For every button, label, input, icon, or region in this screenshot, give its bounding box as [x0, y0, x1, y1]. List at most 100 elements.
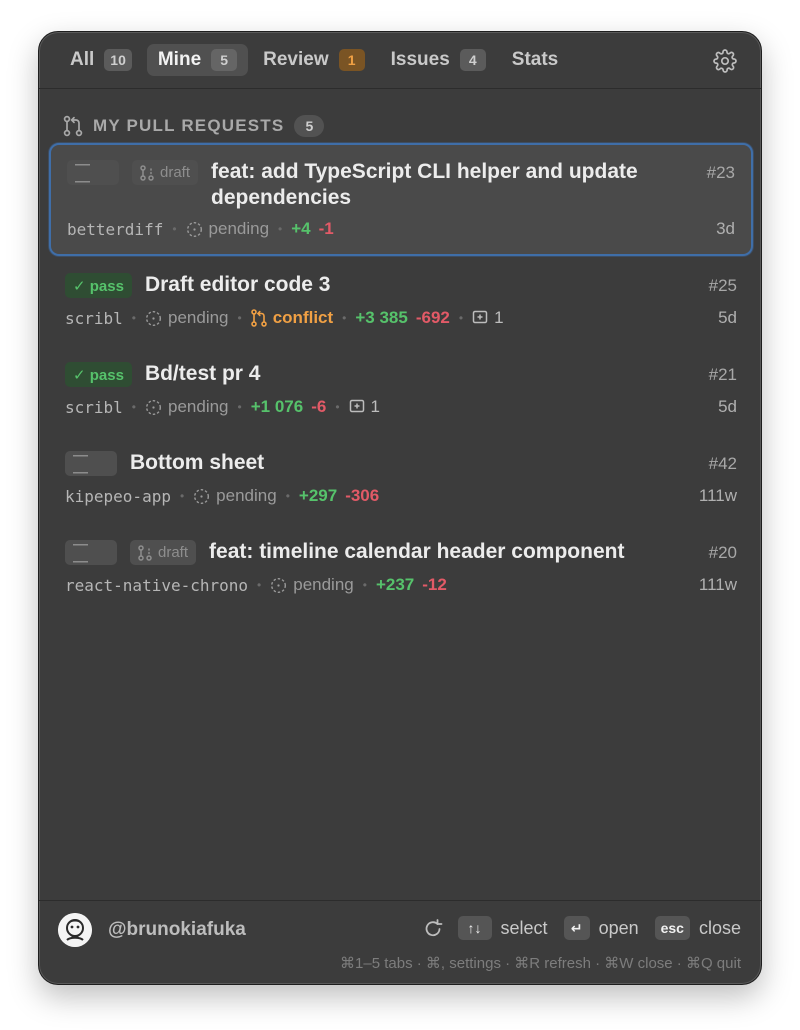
separator-dot: • [458, 311, 464, 325]
pr-age: 5d [718, 308, 737, 327]
gear-icon[interactable] [713, 49, 737, 73]
comment-count: 1 [472, 308, 504, 328]
pr-age: 3d [716, 219, 735, 238]
tab-issues[interactable]: Issues 4 [380, 44, 497, 76]
review-status-label: pending [168, 397, 229, 416]
section-title: MY PULL REQUESTS [93, 116, 285, 135]
tab-mine[interactable]: Mine 5 [146, 44, 249, 76]
check-status-badge: ✓ pass [65, 362, 132, 387]
tab-count-badge: 4 [459, 49, 486, 71]
separator-dot: • [131, 400, 136, 414]
draft-label: draft [158, 544, 189, 561]
refresh-icon[interactable] [422, 917, 444, 939]
pr-title-line: feat: add TypeScript CLI helper and upda… [211, 160, 638, 183]
keyboard-hints: ↑↓ select ↵ open esc close [422, 916, 741, 940]
pr-title: feat: timeline calendar header component [209, 540, 625, 563]
close-hint: close [698, 917, 741, 938]
pr-age: 111w [698, 486, 737, 505]
review-status: pending [270, 575, 354, 595]
merge-conflict-indicator: conflict [250, 308, 334, 328]
tab-all[interactable]: All 10 [59, 44, 143, 76]
repo-name: kipepeo-app [65, 486, 171, 506]
separator-dot: • [179, 489, 185, 503]
section-count-badge: 5 [294, 115, 325, 137]
pr-title: feat: add TypeScript CLI helper and upda… [211, 159, 687, 211]
separator-dot: • [257, 578, 262, 592]
separator-dot: • [237, 400, 242, 414]
pr-title: Bd/test pr 4 [144, 362, 261, 385]
draft-pr-icon [140, 164, 154, 181]
tab-count-badge: 10 [104, 49, 132, 71]
tab-count-badge: 5 [211, 49, 238, 71]
pr-number: #42 [708, 454, 737, 473]
separator-dot: • [362, 578, 367, 592]
pr-row[interactable]: ✓ pass Draft editor code 3 #25 scribl • … [49, 259, 753, 345]
select-hint: select [500, 917, 548, 938]
pr-number: #21 [708, 365, 737, 384]
open-key: ↵ [563, 916, 590, 940]
deletions-count: -692 [415, 308, 450, 327]
separator-dot: • [278, 222, 283, 236]
pr-number: #25 [708, 276, 737, 295]
separator-dot: • [237, 311, 242, 325]
pr-row[interactable]: — — draft feat: timeline calendar header… [49, 526, 753, 612]
comment-count-label: 1 [494, 308, 504, 327]
pr-title: Draft editor code 3 [144, 273, 331, 296]
pending-icon [145, 399, 162, 415]
draft-label: draft [160, 164, 191, 181]
comment-count-label: 1 [370, 397, 380, 416]
conflict-label: conflict [272, 308, 334, 327]
review-status-label: pending [293, 575, 354, 594]
avatar-image [58, 913, 92, 947]
review-status: pending [145, 308, 229, 328]
tab-stats[interactable]: Stats [501, 44, 569, 76]
separator-dot: • [342, 311, 347, 325]
check-status-badge: — — [65, 447, 117, 481]
section-header: MY PULL REQUESTS 5 [63, 114, 325, 138]
review-status: pending [193, 486, 277, 506]
review-status: pending [186, 219, 270, 239]
check-status-badge: ✓ pass [65, 273, 132, 298]
pending-icon [194, 488, 210, 504]
username: @brunokiafuka [108, 919, 246, 940]
pr-title-line: dependencies [211, 186, 352, 209]
deletions-count: -1 [318, 219, 334, 238]
review-status: pending [145, 397, 229, 417]
separator-dot: • [335, 400, 340, 414]
pr-row[interactable]: — — draft feat: add TypeScript CLI helpe… [49, 143, 753, 256]
deletions-count: -6 [311, 397, 327, 416]
check-status-badge: — — [67, 156, 119, 190]
close-key: esc [654, 916, 690, 940]
pr-title: Bottom sheet [130, 451, 265, 474]
tab-count-badge: 1 [338, 49, 365, 71]
review-status-label: pending [168, 308, 229, 327]
pull-request-icon [63, 115, 83, 137]
additions-count: +3 385 [355, 308, 408, 327]
repo-name: scribl [65, 308, 123, 328]
pending-icon [186, 221, 202, 237]
deletions-count: -306 [345, 486, 380, 505]
shortcut-legend: ⌘1–5 tabs · ⌘, settings · ⌘R refresh · ⌘… [340, 955, 741, 972]
repo-name: scribl [65, 397, 123, 417]
draft-badge: draft [132, 160, 199, 185]
separator-dot: • [285, 489, 290, 503]
pr-row[interactable]: ✓ pass Bd/test pr 4 #21 scribl • pending… [49, 348, 753, 434]
additions-count: +297 [298, 486, 338, 505]
separator-dot: • [172, 222, 177, 236]
tab-label: Stats [511, 49, 559, 70]
repo-name: betterdiff [67, 219, 164, 239]
additions-count: +4 [291, 219, 311, 238]
tab-review[interactable]: Review 1 [252, 44, 375, 76]
review-status-label: pending [208, 219, 270, 238]
app-window: All 10 Mine 5 Review 1 Issues 4 Stats MY… [38, 31, 762, 985]
pr-row[interactable]: — — Bottom sheet #42 kipepeo-app • pendi… [49, 437, 753, 523]
pending-icon [145, 310, 162, 326]
draft-pr-icon [138, 544, 152, 561]
comment-icon [349, 399, 364, 413]
avatar[interactable] [58, 913, 92, 947]
comment-icon [472, 310, 488, 324]
open-hint: open [598, 917, 639, 938]
pending-icon [271, 577, 287, 593]
conflict-icon [250, 309, 267, 327]
comment-count: 1 [349, 397, 380, 417]
